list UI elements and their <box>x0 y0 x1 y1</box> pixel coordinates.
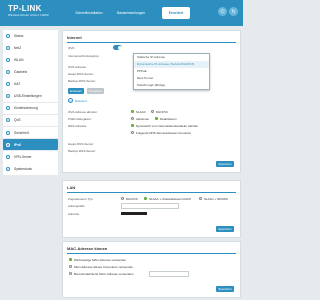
advanced-toggle-icon[interactable]: ⊙ <box>68 98 73 103</box>
brand-logo: TP-LINK <box>8 4 42 13</box>
sidebar-item-system[interactable]: Systemtools <box>3 163 58 175</box>
tab-basic[interactable]: Basiseinstellungen <box>106 9 156 17</box>
gear-icon <box>6 166 10 171</box>
brand-tagline: Wireless Router Archer C9400 <box>8 13 49 17</box>
sidebar-item-usb[interactable]: USB-Einstellungen <box>3 90 58 103</box>
mac-save-button[interactable]: Speichern <box>216 286 234 292</box>
tab-quick-setup[interactable]: Schnellinstallation <box>70 9 108 17</box>
lan-dhcpv6-radio[interactable] <box>121 197 125 201</box>
dns-dynamic-label: Dynamisch vom Internetdienstanbieter abr… <box>136 124 199 128</box>
sidebar-item-guest[interactable]: Gastnetz <box>3 66 58 78</box>
address-method-label: IPv6-Adresse abrufen: <box>68 110 98 114</box>
lan-save-button[interactable]: Speichern <box>216 226 234 232</box>
ipv6-toggle[interactable] <box>113 45 122 50</box>
advanced-link[interactable]: Erweitert <box>75 99 87 103</box>
ipv6-icon <box>6 142 10 147</box>
vpn-icon <box>6 154 10 159</box>
logout-icon[interactable]: ⏻ <box>218 7 227 16</box>
dropdown-option-static[interactable]: Statische IP-Adresse <box>134 54 209 61</box>
section-divider <box>67 253 236 254</box>
dropdown-option-passthrough[interactable]: Passthrough (Bridge) <box>134 82 209 89</box>
prefix-delegation-label: Präfix-Delegation: <box>68 117 92 121</box>
mac-clone-panel: MAC-Adresse klonen Werksseitige MAC-Adre… <box>62 241 241 298</box>
mac-custom-label: Benutzerdefinierte MAC-Adresse verwenden <box>74 272 134 276</box>
sidebar-item-vpn[interactable]: VPN-Server <box>3 150 58 163</box>
guest-icon <box>6 70 10 75</box>
assigned-type-label: Zugewiesener Typ: <box>68 197 94 201</box>
dns-manual-radio[interactable] <box>131 131 135 135</box>
lan-address-label: Adresse: <box>68 212 80 216</box>
status-icon <box>6 33 10 38</box>
dns-address-label: DNS-Adresse: <box>68 124 88 128</box>
lan-dhcpv6-label: DHCPv6 <box>126 197 138 201</box>
nat-icon <box>6 82 10 87</box>
redacted-address <box>121 212 147 216</box>
mac-computer-radio[interactable] <box>69 265 73 269</box>
mac-default-label: Werksseitige MAC-Adresse verwenden <box>74 258 127 262</box>
sidebar-item-qos[interactable]: QoS <box>3 114 58 127</box>
mac-custom-radio[interactable] <box>69 272 73 276</box>
primary-dns2-label: Haupt-DNS-Server: <box>68 142 95 146</box>
sidebar-item-ipv6[interactable]: IPv6 <box>3 138 58 151</box>
address-prefix-label: Adresspräfix: <box>68 204 86 208</box>
prefix-disable-radio[interactable] <box>155 117 159 121</box>
lan-slaac-rdnss-radio[interactable] <box>199 197 203 201</box>
usb-icon <box>6 94 10 99</box>
mac-title: MAC-Adresse klonen <box>67 246 108 251</box>
sidebar-item-nat[interactable]: NAT <box>3 78 58 90</box>
address-prefix-input[interactable] <box>121 203 179 209</box>
dropdown-option-6to4[interactable]: 6to4-Tunnel <box>134 75 209 82</box>
ipv6-address-label: IPv6-Adresse: <box>68 65 87 69</box>
sidebar-item-parental[interactable]: Kindersicherung <box>3 102 58 115</box>
sidebar-item-wlan[interactable]: WLAN <box>3 54 58 66</box>
sidebar-item-network[interactable]: NetZ <box>3 42 58 54</box>
lan-title: LAN <box>67 185 76 190</box>
internet-save-button[interactable]: Speichern <box>216 161 234 167</box>
mac-custom-input[interactable] <box>149 271 189 277</box>
sidebar-nav: Status NetZ WLAN Gastnetz NAT USB-Einste… <box>3 30 58 175</box>
reboot-icon[interactable]: ↻ <box>229 7 238 16</box>
section-divider <box>67 42 236 43</box>
backup-dns-label: Backup-DNS-Server: <box>68 79 97 83</box>
primary-dns-label: Haupt-DNS-Server: <box>68 72 95 76</box>
prefix-disable-label: Deaktivieren <box>160 117 177 121</box>
sidebar-item-security[interactable]: Sicherheit <box>3 126 58 139</box>
mac-default-radio[interactable] <box>69 258 73 262</box>
dhcpv6-label: DHCPv6 <box>156 110 168 114</box>
dns-manual-label: Folgende DNS-Serveradressen benutzen <box>136 131 192 135</box>
dhcpv6-radio[interactable] <box>151 110 155 114</box>
mac-computer-label: Mein-Adresse dieses Computers verwenden <box>74 265 134 269</box>
prefix-enable-label: Aktivieren <box>136 117 150 121</box>
wifi-icon <box>6 57 10 62</box>
dns-dynamic-radio[interactable] <box>131 124 135 128</box>
lan-slaac-dhcp-label: SLAAC + Zustandsloses DHCP <box>149 197 191 201</box>
lan-slaac-rdnss-label: SLAAC + RDNSS <box>204 197 228 201</box>
dropdown-option-pppoe[interactable]: PPPoE <box>134 68 209 75</box>
internet-panel: Internet IPv6: Internetverbindungstyp: D… <box>62 30 241 173</box>
sidebar-item-status[interactable]: Status <box>3 30 58 42</box>
release-button[interactable]: Freigeben <box>87 88 104 94</box>
ipv6-label: IPv6: <box>68 46 75 50</box>
network-icon <box>6 45 10 50</box>
shield-icon <box>6 130 10 135</box>
dropdown-option-dynamic[interactable]: Dynamische IP-Adresse (SLAAC/DHCPv6) <box>134 61 209 68</box>
tab-advanced[interactable]: Erweitert <box>162 7 190 19</box>
qos-icon <box>6 118 10 123</box>
lan-panel: LAN Zugewiesener Typ: DHCPv6 SLAAC + Zus… <box>62 180 241 238</box>
parental-icon <box>6 106 10 111</box>
slaac-label: SLAAC <box>136 110 146 114</box>
section-divider <box>67 192 236 193</box>
backup-dns2-label: Backup-DNS-Server: <box>68 149 97 153</box>
slaac-radio[interactable] <box>131 110 135 114</box>
top-header: TP-LINK Wireless Router Archer C9400 Sch… <box>0 0 243 26</box>
conn-type-dropdown[interactable]: Statische IP-Adresse Dynamische IP-Adres… <box>133 53 210 90</box>
prefix-enable-radio[interactable] <box>131 117 135 121</box>
lan-slaac-dhcp-radio[interactable] <box>144 197 148 201</box>
internet-title: Internet <box>67 35 82 40</box>
renew-button[interactable]: Erneuern <box>68 88 84 94</box>
conn-type-label: Internetverbindungstyp: <box>68 54 100 58</box>
